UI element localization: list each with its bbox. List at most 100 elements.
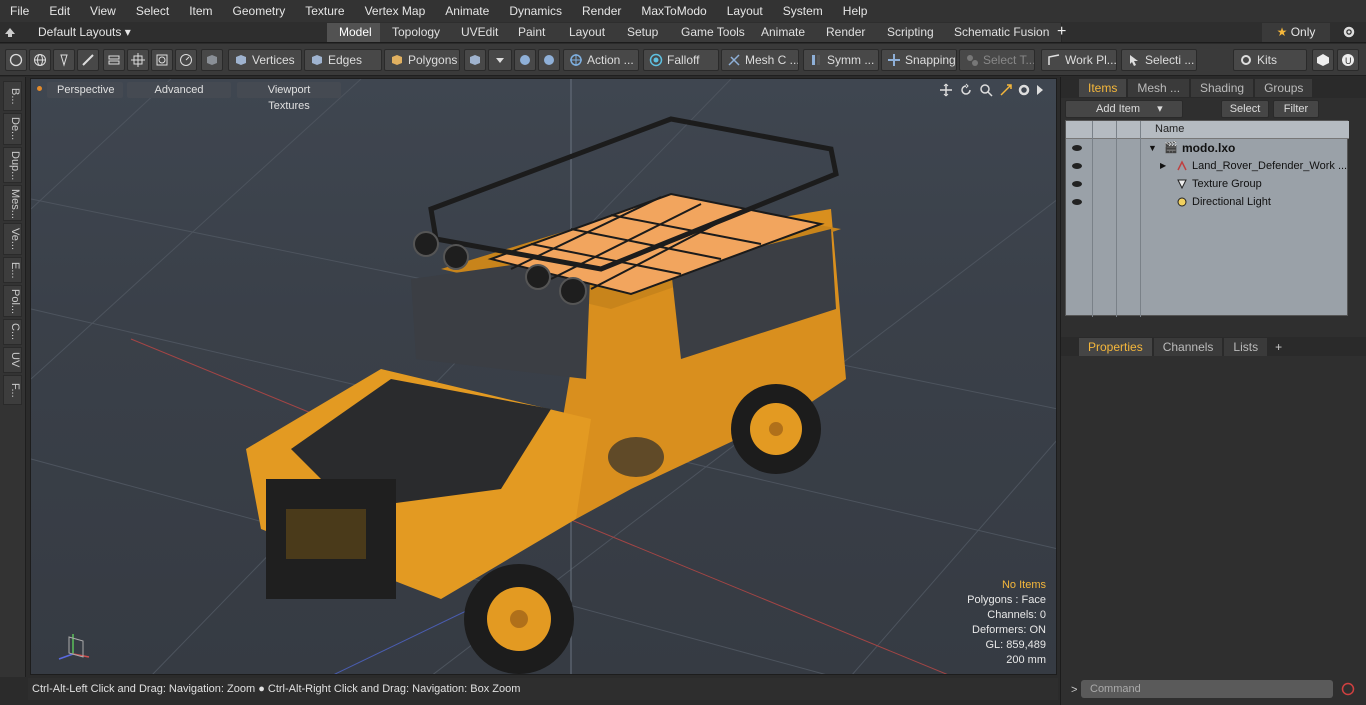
- tab-channels[interactable]: Channels: [1153, 337, 1223, 356]
- tab-fusion[interactable]: F...: [3, 375, 22, 405]
- tab-shading[interactable]: Shading: [1191, 78, 1254, 97]
- tab-topology[interactable]: Topology: [380, 23, 454, 42]
- tab-vertex[interactable]: Ve...: [3, 223, 22, 255]
- pen-icon[interactable]: [53, 49, 75, 71]
- selection-sets-button[interactable]: Selecti ...: [1121, 49, 1197, 71]
- gauge-icon[interactable]: [175, 49, 197, 71]
- viewport-gear-icon[interactable]: [1017, 83, 1031, 97]
- tab-properties[interactable]: Properties: [1079, 337, 1152, 356]
- select-through-button[interactable]: Select T...: [959, 49, 1035, 71]
- collapse-arrow-icon[interactable]: ▼: [1148, 139, 1157, 157]
- add-panel-tab-icon[interactable]: +: [1275, 340, 1282, 354]
- menu-animate[interactable]: Animate: [435, 0, 499, 22]
- symmetry-button[interactable]: Symm ...: [803, 49, 879, 71]
- tab-mesh-edit[interactable]: Mes...: [3, 185, 22, 221]
- edges-button[interactable]: Edges: [304, 49, 382, 71]
- shield-icon[interactable]: [538, 49, 560, 71]
- record-icon[interactable]: [1341, 682, 1355, 696]
- tab-lists[interactable]: Lists: [1224, 337, 1268, 356]
- menu-view[interactable]: View: [80, 0, 126, 22]
- perspective-dropdown[interactable]: Perspective: [47, 82, 123, 98]
- advanced-dropdown[interactable]: Advanced: [127, 82, 231, 98]
- viewport-textures-dropdown[interactable]: Viewport Textures: [237, 82, 341, 112]
- default-layouts-dropdown[interactable]: Default Layouts ▾: [38, 22, 131, 43]
- tab-uv[interactable]: UV: [3, 347, 22, 373]
- tab-basic[interactable]: B...: [3, 81, 22, 111]
- expand-arrow-icon[interactable]: ▶: [1160, 157, 1166, 175]
- 3d-viewport[interactable]: Perspective Advanced Viewport Textures N…: [30, 78, 1057, 675]
- snapping-button[interactable]: Snapping: [881, 49, 957, 71]
- menu-help[interactable]: Help: [833, 0, 878, 22]
- tab-paint[interactable]: Paint: [506, 23, 559, 42]
- select-circle-icon[interactable]: [5, 49, 27, 71]
- menu-render[interactable]: Render: [572, 0, 631, 22]
- rotate-icon[interactable]: [959, 83, 973, 97]
- tab-mesh[interactable]: Mesh ...: [1128, 78, 1190, 97]
- tab-schematic-fusion[interactable]: Schematic Fusion: [942, 23, 1063, 42]
- zoom-icon[interactable]: [979, 83, 993, 97]
- add-tab-icon[interactable]: +: [1057, 22, 1066, 42]
- unreal-icon[interactable]: U: [1337, 49, 1359, 71]
- globe-icon[interactable]: [29, 49, 51, 71]
- menu-item[interactable]: Item: [179, 0, 222, 22]
- polygons-button[interactable]: Polygons: [384, 49, 460, 71]
- frame-icon[interactable]: [151, 49, 173, 71]
- falloff-button[interactable]: Falloff: [643, 49, 719, 71]
- menu-dynamics[interactable]: Dynamics: [499, 0, 572, 22]
- viewport-dot-icon[interactable]: [37, 86, 42, 91]
- unity-icon[interactable]: [1312, 49, 1334, 71]
- tab-setup[interactable]: Setup: [615, 23, 672, 42]
- select-button[interactable]: Select: [1221, 100, 1269, 118]
- tab-deform[interactable]: De...: [3, 113, 22, 145]
- tab-model[interactable]: Model: [327, 23, 385, 42]
- only-toggle[interactable]: ★ Only: [1262, 23, 1330, 42]
- list-item[interactable]: Texture Group: [1066, 175, 1349, 193]
- tab-polygon[interactable]: Pol...: [3, 285, 22, 317]
- tab-uvedit[interactable]: UVEdit: [449, 23, 512, 42]
- tab-curve[interactable]: C...: [3, 319, 22, 345]
- work-plane-button[interactable]: Work Pl...: [1041, 49, 1117, 71]
- brush-icon[interactable]: [77, 49, 99, 71]
- tab-game-tools[interactable]: Game Tools: [669, 23, 758, 42]
- viewport-expand-arrow-icon[interactable]: [1035, 84, 1045, 96]
- center-icon[interactable]: [127, 49, 149, 71]
- action-center-button[interactable]: Action ...: [563, 49, 639, 71]
- menu-select[interactable]: Select: [126, 0, 179, 22]
- tab-render[interactable]: Render: [814, 23, 879, 42]
- gear-icon[interactable]: [1342, 25, 1356, 39]
- menu-system[interactable]: System: [773, 0, 833, 22]
- list-item[interactable]: ▼ 🎬 modo.lxo: [1066, 139, 1349, 157]
- kits-button[interactable]: Kits: [1233, 49, 1307, 71]
- tab-groups[interactable]: Groups: [1255, 78, 1313, 97]
- vertices-button[interactable]: Vertices: [228, 49, 302, 71]
- eye-icon[interactable]: [1071, 196, 1083, 214]
- tab-items[interactable]: Items: [1079, 78, 1127, 97]
- item-mode-icon[interactable]: [464, 49, 486, 71]
- menu-geometry[interactable]: Geometry: [223, 0, 296, 22]
- symmetry-shield-icon[interactable]: [514, 49, 536, 71]
- menu-maxtomodo[interactable]: MaxToModo: [631, 0, 716, 22]
- layout-arrow-icon[interactable]: [4, 26, 16, 38]
- menu-layout[interactable]: Layout: [717, 0, 773, 22]
- name-column-header[interactable]: Name: [1155, 123, 1184, 135]
- menu-texture[interactable]: Texture: [295, 0, 354, 22]
- list-item[interactable]: Directional Light: [1066, 193, 1349, 211]
- menu-edit[interactable]: Edit: [39, 0, 80, 22]
- menu-vertex-map[interactable]: Vertex Map: [355, 0, 436, 22]
- filter-button[interactable]: Filter: [1273, 100, 1319, 118]
- list-item[interactable]: ▶ Land_Rover_Defender_Work ...: [1066, 157, 1349, 175]
- tab-edge[interactable]: E...: [3, 257, 22, 283]
- align-icon[interactable]: [103, 49, 125, 71]
- command-input[interactable]: Command: [1081, 680, 1333, 698]
- menu-file[interactable]: File: [0, 0, 39, 22]
- add-item-button[interactable]: Add Item ▾: [1065, 100, 1183, 118]
- tab-animate[interactable]: Animate: [749, 23, 819, 42]
- mesh-constraint-button[interactable]: Mesh C ...: [721, 49, 799, 71]
- selection-dropdown-arrow-icon[interactable]: [488, 49, 512, 71]
- maximize-icon[interactable]: [999, 83, 1013, 97]
- tab-scripting[interactable]: Scripting: [875, 23, 947, 42]
- pan-icon[interactable]: [939, 83, 953, 97]
- tab-duplicate[interactable]: Dup...: [3, 147, 22, 183]
- material-icon[interactable]: [201, 49, 223, 71]
- tab-layout[interactable]: Layout: [557, 23, 619, 42]
